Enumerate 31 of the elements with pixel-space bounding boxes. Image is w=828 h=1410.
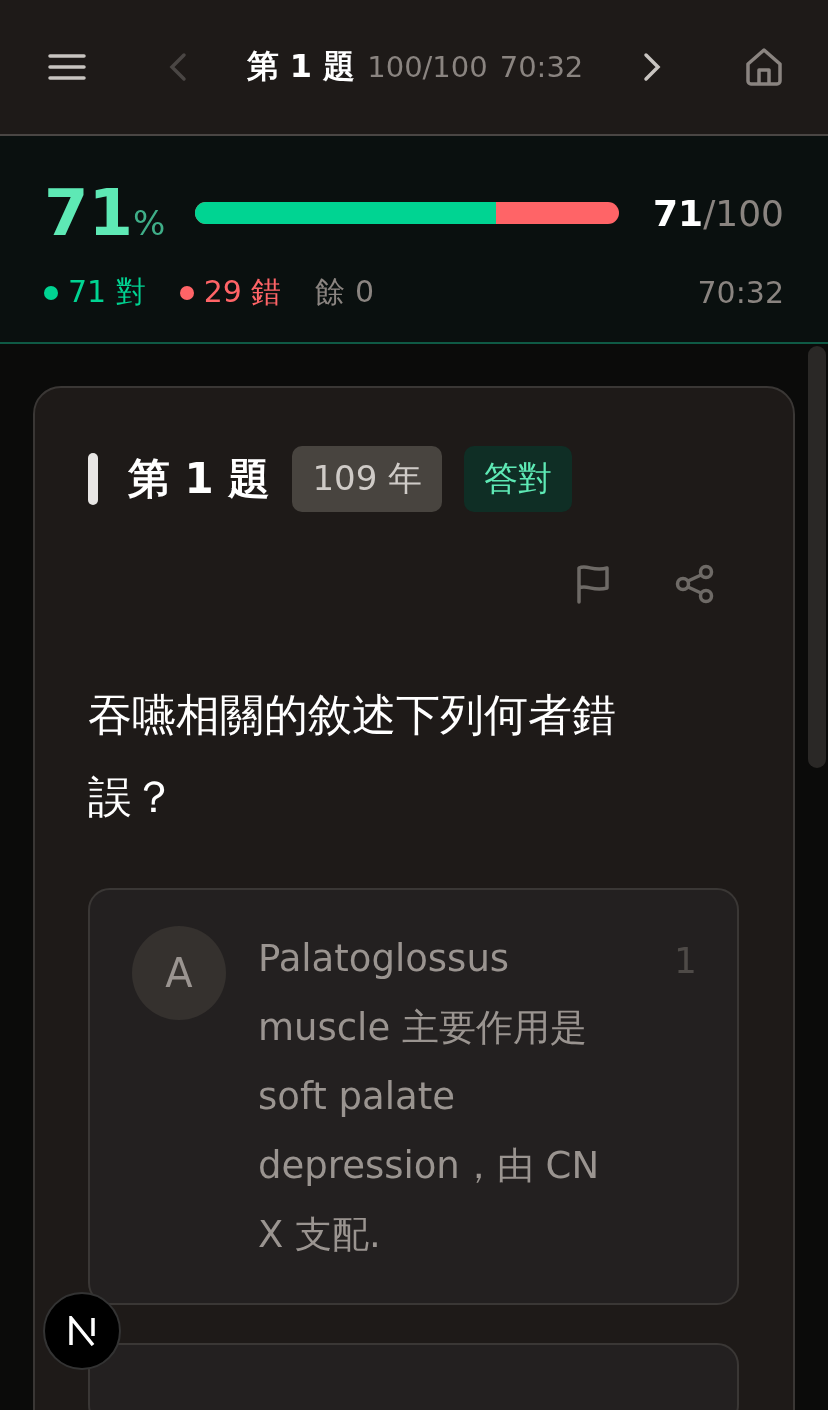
option-text: Palatoglossus muscle 主要作用是 soft palate depression，由 CN X 支配. xyxy=(258,936,601,1258)
result-tag: 答對 xyxy=(464,446,573,512)
title-accent-bar xyxy=(88,453,98,505)
chevron-left-icon xyxy=(168,52,187,82)
legend-label: 餘 0 xyxy=(315,273,375,311)
menu-icon xyxy=(48,53,86,81)
option-letter: A xyxy=(132,926,226,1020)
scrollbar[interactable] xyxy=(808,346,826,768)
menu-button[interactable] xyxy=(48,53,86,81)
percent-score: 71 xyxy=(44,176,134,250)
percent-sign: % xyxy=(133,203,166,243)
progress-count: 100/100 xyxy=(367,50,488,84)
n-logo-icon xyxy=(68,1316,96,1346)
home-button[interactable] xyxy=(744,47,784,87)
elapsed-time: 70:32 xyxy=(499,50,584,84)
legend-label: 29 錯 xyxy=(203,273,282,311)
question-text: 吞嚥相關的敘述下列何者錯誤？ xyxy=(88,688,617,824)
flag-icon xyxy=(575,564,611,604)
timer: 70:32 xyxy=(697,275,784,310)
share-button[interactable] xyxy=(675,564,715,604)
home-icon xyxy=(744,47,784,87)
chevron-right-icon xyxy=(643,52,662,82)
next-button[interactable] xyxy=(643,52,662,82)
legend-label: 71 對 xyxy=(68,273,146,311)
share-icon xyxy=(675,564,715,604)
question-title: 第 1 題 xyxy=(246,46,356,87)
card-title: 第 1 題 xyxy=(128,453,271,505)
flag-button[interactable] xyxy=(575,564,611,604)
correct-count: 71 xyxy=(653,192,704,234)
total-count: /100 xyxy=(703,192,784,234)
year-tag: 109 年 xyxy=(292,446,443,512)
